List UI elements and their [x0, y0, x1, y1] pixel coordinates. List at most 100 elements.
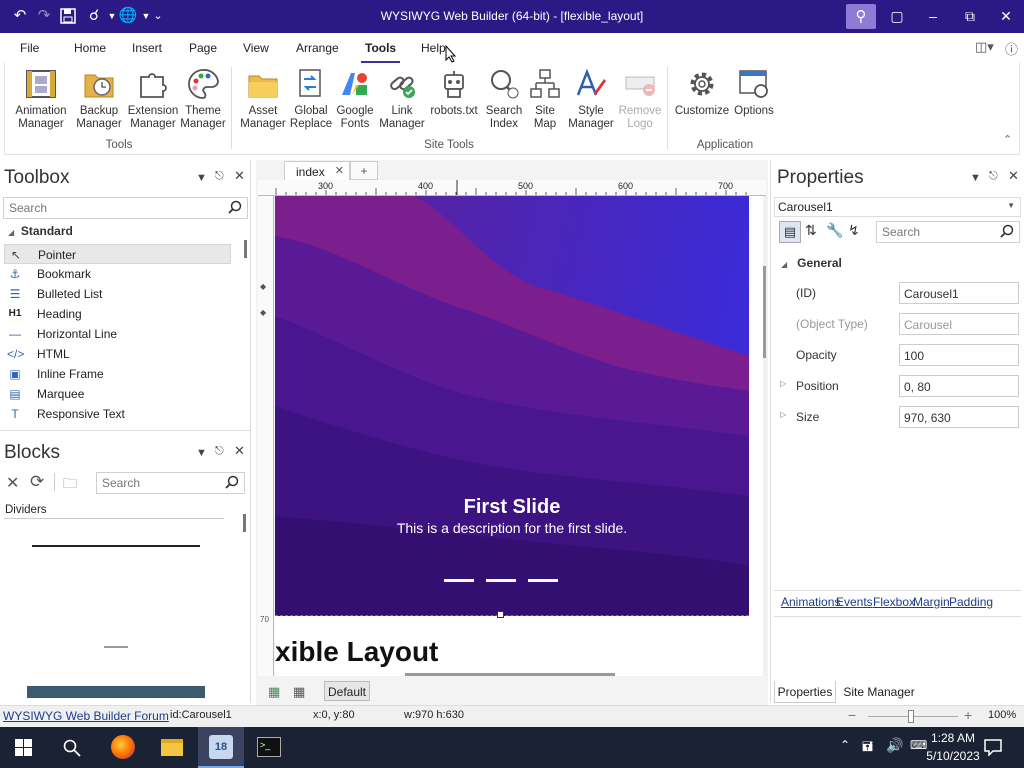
toolbox-close-icon[interactable]: ✕ — [234, 168, 245, 184]
show-hidden-icons-icon[interactable]: ⌃ — [840, 738, 850, 752]
property-value[interactable]: 0, 80 — [899, 375, 1019, 397]
page-canvas[interactable]: First Slide This is a description for th… — [275, 196, 763, 676]
global-replace-button[interactable]: Global Replace — [285, 67, 337, 131]
padding-link[interactable]: Padding — [949, 595, 993, 609]
file-explorer-icon[interactable] — [161, 739, 183, 756]
asset-manager-button[interactable]: Asset Manager — [235, 67, 291, 131]
categorized-view-icon[interactable]: ▤ — [779, 221, 801, 243]
search-icon[interactable]: ⚲ — [846, 4, 876, 29]
terminal-icon[interactable]: >_ — [257, 737, 281, 757]
property-value[interactable]: 100 — [899, 344, 1019, 366]
toolbox-item[interactable]: </> HTML — [4, 344, 231, 364]
toolbox-item[interactable]: — Horizontal Line — [4, 324, 231, 344]
toolbox-item[interactable]: T Responsive Text — [4, 404, 231, 424]
remove-logo-button[interactable]: Remove Logo — [615, 67, 665, 131]
expand-arrow-icon[interactable]: ▷ — [780, 379, 786, 388]
tab-site-manager[interactable]: Site Manager — [838, 681, 920, 703]
minimize-button[interactable]: – — [915, 0, 951, 33]
toolbox-item[interactable]: ↖ Pointer — [4, 244, 231, 264]
menu-view[interactable]: View — [243, 41, 269, 55]
properties-pin-icon[interactable]: ⎋ — [989, 170, 998, 183]
network-icon[interactable]: 🖬 — [862, 738, 873, 760]
blocks-search-input[interactable]: Search — [96, 472, 245, 494]
folder-view-icon[interactable]: 🗀 — [63, 473, 77, 497]
customize-button[interactable]: Customize — [673, 67, 731, 118]
divider-block-preview[interactable] — [32, 545, 200, 547]
menu-arrange[interactable]: Arrange — [296, 41, 339, 55]
theme-manager-button[interactable]: Theme Manager — [173, 67, 233, 131]
properties-section-general[interactable]: ◢ General — [781, 256, 842, 270]
animation-manager-button[interactable]: Animation Manager — [11, 67, 71, 131]
toolbox-pin-icon[interactable]: ⎋ — [215, 170, 224, 183]
zoom-out-icon[interactable]: − — [848, 707, 856, 723]
flexbox-link[interactable]: Flexbox — [873, 595, 915, 609]
toolbox-item[interactable]: ▣ Inline Frame — [4, 364, 231, 384]
toolbox-menu-icon[interactable]: ▼ — [196, 172, 207, 184]
menu-file[interactable]: File — [20, 41, 39, 55]
blocks-pin-icon[interactable]: ⎋ — [215, 445, 224, 458]
add-breakpoint-icon[interactable]: ▦ — [268, 684, 280, 700]
search-index-button[interactable]: Search Index — [479, 67, 529, 131]
robots-txt-button[interactable]: robots.txt — [427, 67, 481, 118]
taskbar-search-icon[interactable] — [63, 739, 81, 757]
vertical-scrollbar[interactable] — [763, 196, 767, 676]
tab-index[interactable]: index ✕ — [284, 161, 350, 180]
blocks-scrollbar[interactable] — [243, 514, 246, 532]
zoom-in-icon[interactable]: + — [964, 707, 972, 723]
object-selector[interactable]: Carousel1 ▼ — [774, 197, 1021, 217]
wrench-icon[interactable]: 🔧 — [826, 222, 843, 239]
clock-time[interactable]: 1:28 AM — [928, 731, 978, 745]
menu-insert[interactable]: Insert — [132, 41, 162, 55]
forum-link[interactable]: WYSIWYG Web Builder Forum — [3, 709, 169, 723]
property-value[interactable]: Carousel1 — [899, 282, 1019, 304]
help-icon[interactable]: ⓘ — [1005, 39, 1018, 58]
toolbox-item[interactable]: ☰ Bulleted List — [4, 284, 231, 304]
windows-start-icon[interactable] — [15, 739, 32, 756]
google-fonts-button[interactable]: Google Fonts — [331, 67, 379, 131]
properties-menu-icon[interactable]: ▼ — [970, 172, 981, 184]
menu-help[interactable]: Help — [421, 41, 446, 55]
resize-handle[interactable] — [497, 611, 504, 618]
carousel[interactable]: First Slide This is a description for th… — [275, 196, 749, 616]
notifications-icon[interactable] — [984, 738, 1002, 756]
layout-icon[interactable]: ◫▾ — [975, 39, 994, 55]
properties-close-icon[interactable]: ✕ — [1008, 168, 1019, 184]
add-tab-button[interactable]: + — [350, 161, 378, 180]
divider-block-preview[interactable] — [104, 646, 128, 648]
breakpoint-settings-icon[interactable]: ▦ — [293, 684, 305, 700]
options-button[interactable]: Options — [729, 67, 779, 118]
carousel-indicator[interactable] — [528, 579, 558, 582]
animations-link[interactable]: Animations — [781, 595, 840, 609]
carousel-indicator[interactable] — [444, 579, 474, 582]
toolbox-item[interactable]: ⚓ Bookmark — [4, 264, 231, 284]
zoom-slider-thumb[interactable] — [908, 710, 914, 723]
menu-home[interactable]: Home — [74, 41, 106, 55]
toolbox-item[interactable]: ▤ Marquee — [4, 384, 231, 404]
events-lightning-icon[interactable]: ↯ — [848, 222, 860, 239]
site-map-button[interactable]: Site Map — [525, 67, 565, 131]
expand-arrow-icon[interactable]: ▷ — [780, 410, 786, 419]
property-value[interactable]: 970, 630 — [899, 406, 1019, 428]
scroll-thumb[interactable] — [763, 266, 766, 358]
refresh-icon[interactable]: ⟳ — [30, 472, 44, 492]
carousel-indicator[interactable] — [486, 579, 516, 582]
toolbox-scrollbar[interactable] — [244, 240, 247, 258]
toolbox-section-standard[interactable]: ◢ Standard — [8, 224, 73, 238]
properties-search-input[interactable]: Search — [876, 221, 1020, 243]
blocks-menu-icon[interactable]: ▼ — [196, 447, 207, 459]
clock-date[interactable]: 5/10/2023 — [922, 749, 984, 763]
menu-tools[interactable]: Tools — [360, 41, 401, 64]
horizontal-scroll-thumb[interactable] — [405, 673, 615, 676]
wysiwyg-taskbar-item[interactable]: 18 — [198, 727, 244, 768]
divider-block-preview[interactable] — [27, 686, 205, 698]
margin-link[interactable]: Margin — [913, 595, 950, 609]
tab-properties[interactable]: Properties — [774, 681, 836, 703]
close-tab-icon[interactable]: ✕ — [335, 164, 344, 177]
toolbox-item[interactable]: H1 Heading — [4, 304, 231, 324]
collapse-ribbon-icon[interactable]: ⌃ — [1003, 133, 1012, 146]
close-button[interactable]: ✕ — [988, 0, 1024, 33]
ribbon-display-icon[interactable]: ▢ — [879, 0, 915, 33]
link-manager-button[interactable]: Link Manager — [375, 67, 429, 131]
blocks-close-icon[interactable]: ✕ — [234, 443, 245, 459]
breakpoint-default-button[interactable]: Default — [324, 681, 370, 701]
